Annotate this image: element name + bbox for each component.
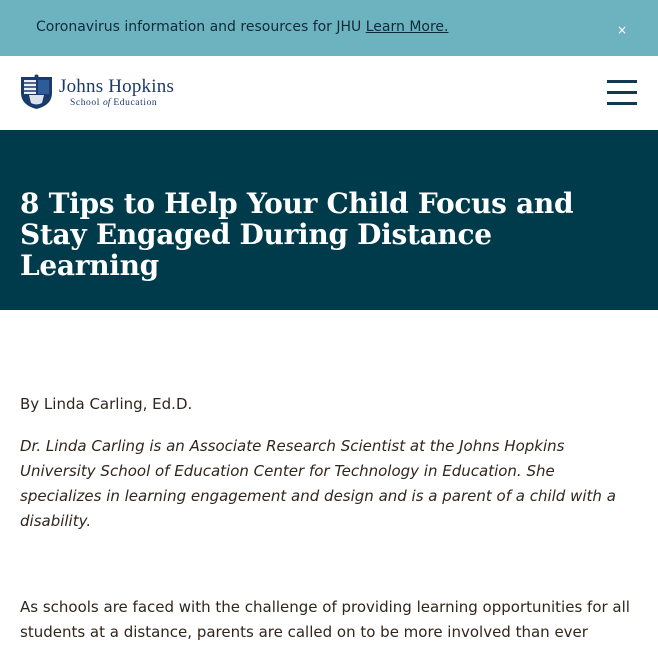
article-title: 8 Tips to Help Your Child Focus and Stay…: [20, 187, 574, 282]
alert-message: Coronavirus information and resources fo…: [36, 19, 449, 35]
alert-message-text: Coronavirus information and resources fo…: [36, 19, 366, 35]
logo-sub-school: School: [70, 98, 100, 108]
article-byline: By Linda Carling, Ed.D.: [20, 395, 193, 413]
site-header: Johns Hopkins School of Education: [0, 56, 658, 130]
author-bio: Dr. Linda Carling is an Associate Resear…: [20, 437, 616, 530]
shield-logo-icon: [21, 74, 52, 109]
logo-sub-of: of: [102, 98, 111, 108]
logo-wordmark: Johns Hopkins: [59, 76, 175, 97]
close-alert-button[interactable]: ×: [612, 20, 632, 40]
article-intro-paragraph: As schools are faced with the challenge …: [20, 598, 630, 641]
logo-sub-education: Education: [113, 98, 158, 108]
hamburger-menu-icon[interactable]: [606, 80, 638, 106]
covid-alert-bar: Coronavirus information and resources fo…: [0, 0, 658, 56]
learn-more-link[interactable]: Learn More.: [366, 19, 449, 35]
jhu-education-logo[interactable]: Johns Hopkins School of Education: [20, 74, 200, 112]
article-hero: 8 Tips to Help Your Child Focus and Stay…: [0, 130, 658, 310]
logo-subtitle: School of Education: [70, 98, 157, 108]
